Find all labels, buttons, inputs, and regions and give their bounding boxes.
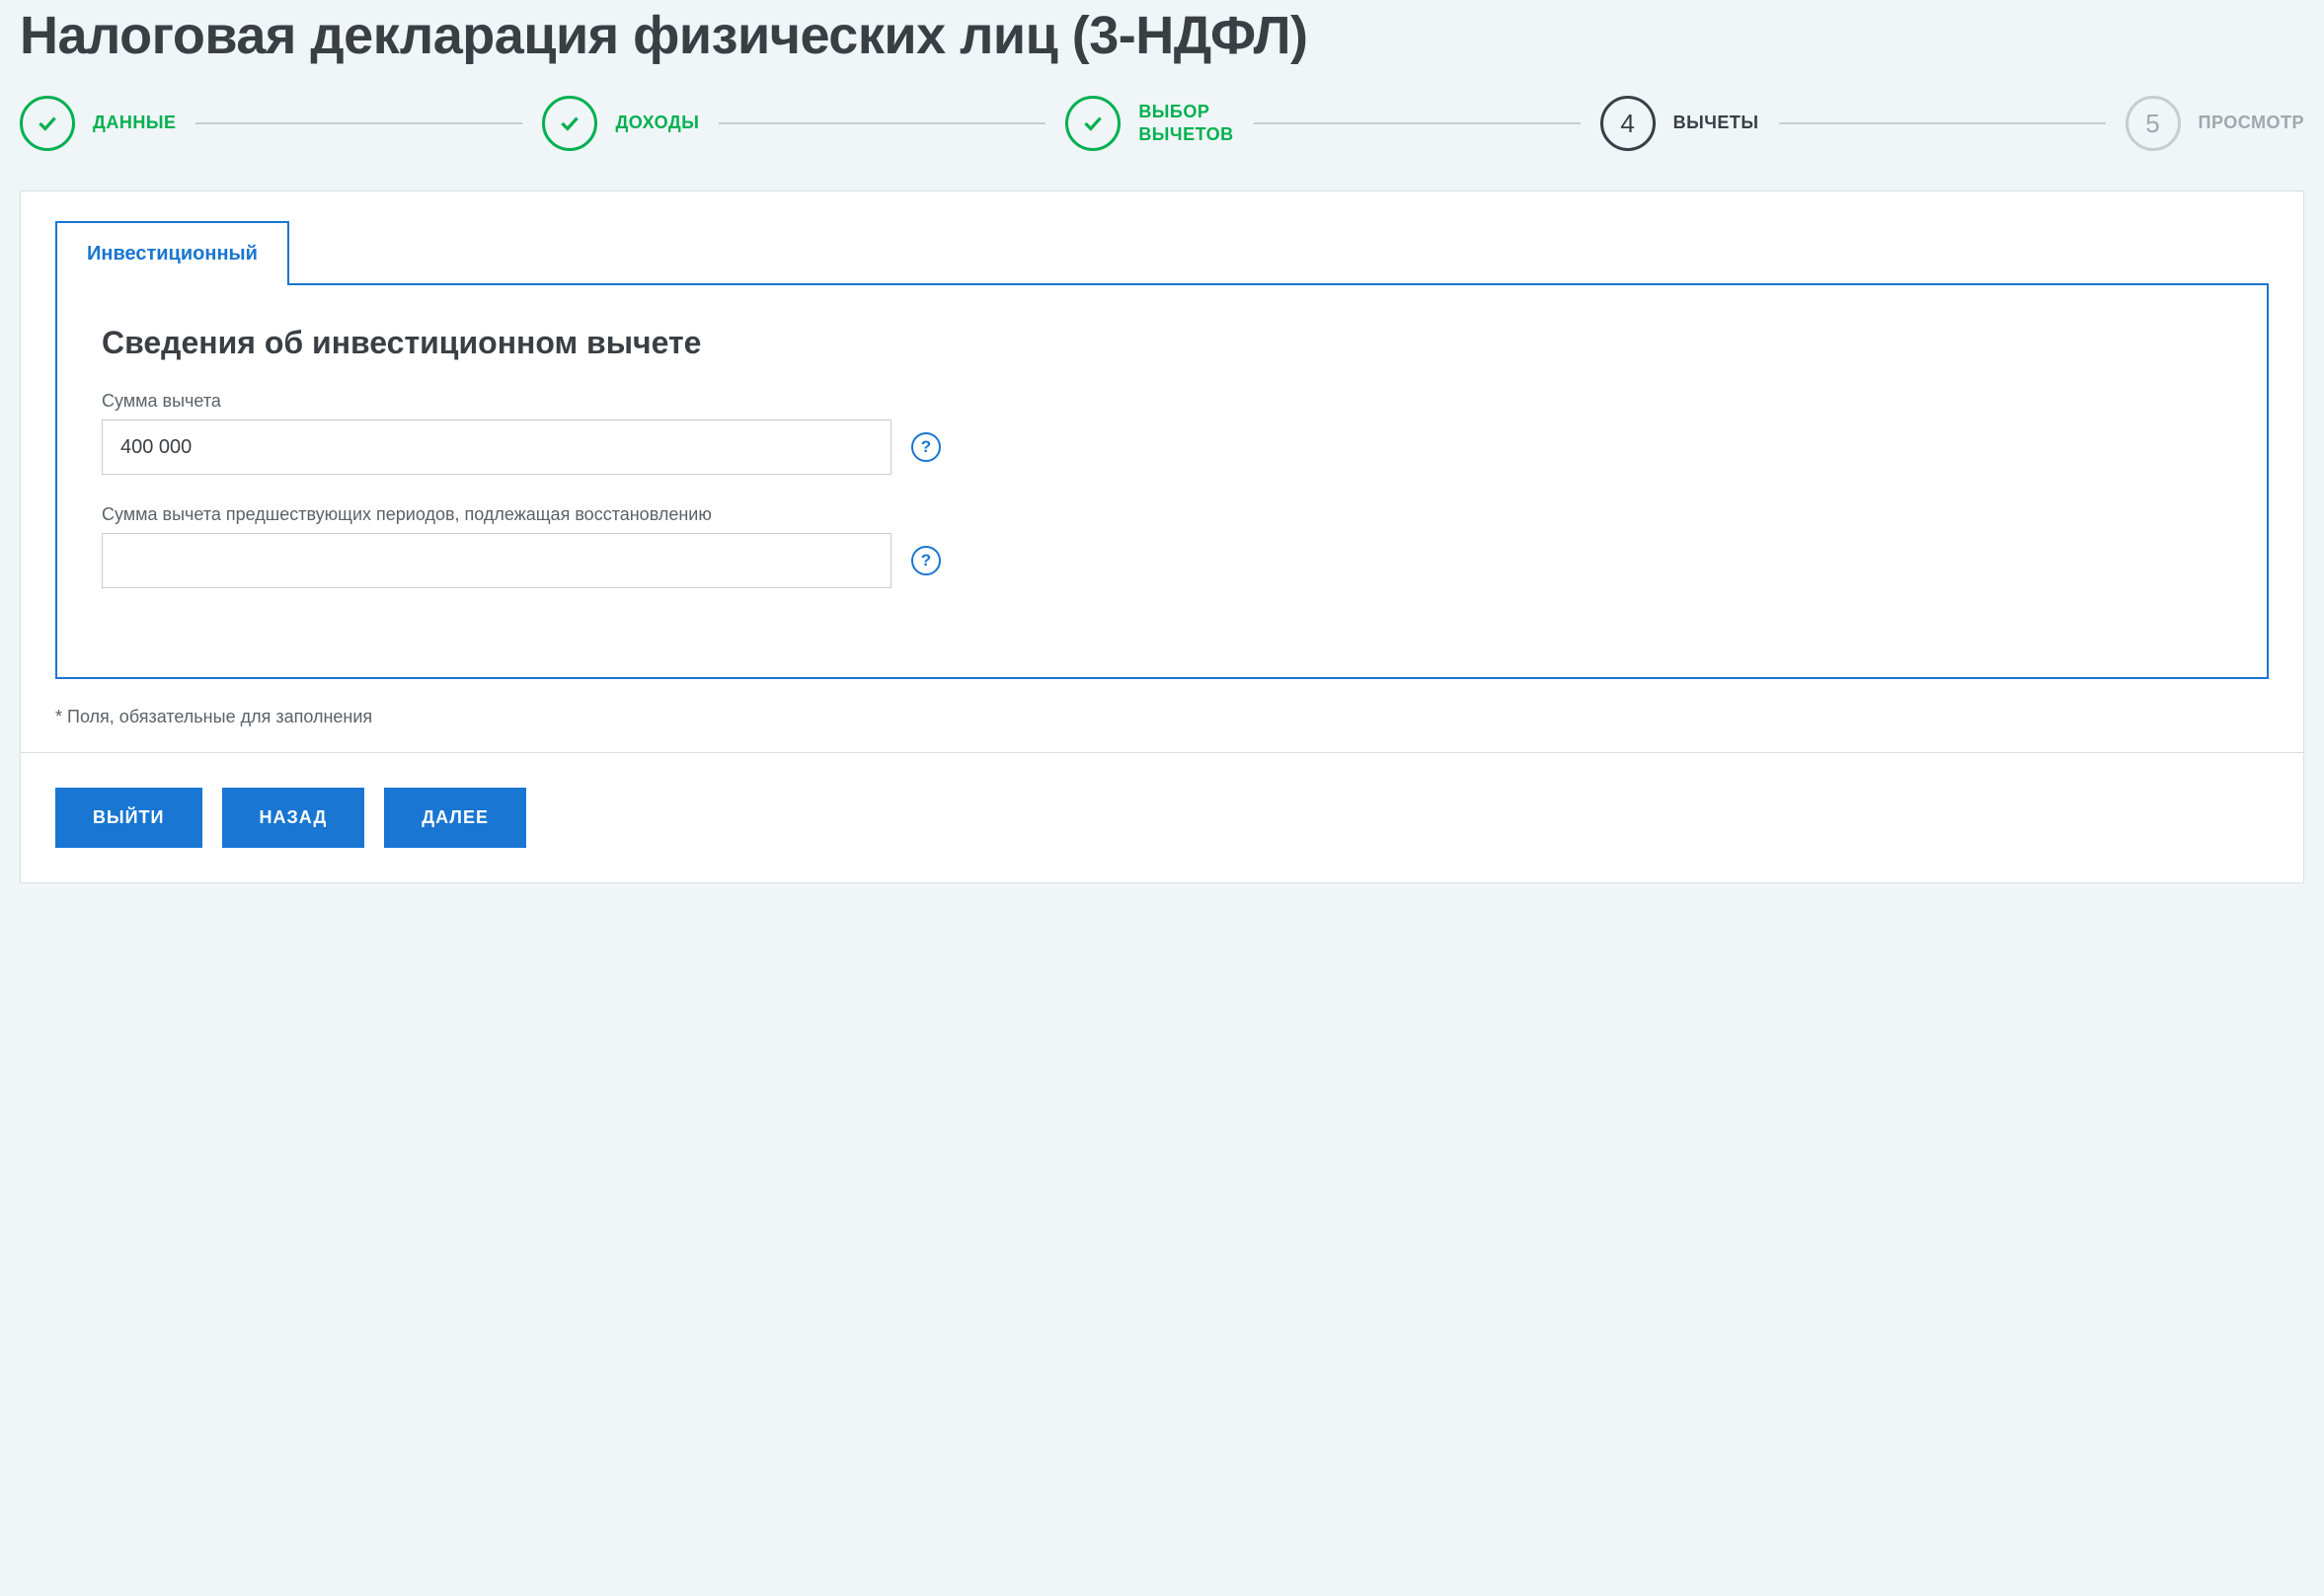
- step-income[interactable]: ДОХОДЫ: [542, 96, 699, 151]
- field-group-amount: Сумма вычета ?: [102, 391, 2222, 475]
- page-title: Налоговая декларация физических лиц (3-Н…: [20, 5, 2304, 66]
- required-footnote: * Поля, обязательные для заполнения: [55, 707, 2269, 727]
- step-preview[interactable]: 5 ПРОСМОТР: [2126, 96, 2304, 151]
- step-connector: [1254, 122, 1581, 124]
- tab-content: Сведения об инвестиционном вычете Сумма …: [55, 283, 2269, 679]
- step-connector: [195, 122, 522, 124]
- main-panel: Инвестиционный Сведения об инвестиционно…: [20, 190, 2304, 753]
- step-label: ПРОСМОТР: [2199, 112, 2304, 134]
- next-button[interactable]: ДАЛЕЕ: [384, 788, 526, 848]
- back-button[interactable]: НАЗАД: [222, 788, 365, 848]
- help-icon[interactable]: ?: [911, 432, 941, 462]
- tab-investment[interactable]: Инвестиционный: [55, 221, 289, 285]
- step-deductions[interactable]: 4 ВЫЧЕТЫ: [1600, 96, 1759, 151]
- stepper: ДАННЫЕ ДОХОДЫ ВЫБОР ВЫЧЕТОВ 4 ВЫЧЕТЫ 5 П…: [20, 96, 2304, 151]
- field-group-restore: Сумма вычета предшествующих периодов, по…: [102, 504, 2222, 588]
- step-data[interactable]: ДАННЫЕ: [20, 96, 176, 151]
- help-icon[interactable]: ?: [911, 546, 941, 575]
- step-label: ВЫЧЕТЫ: [1673, 112, 1759, 134]
- restore-label: Сумма вычета предшествующих периодов, по…: [102, 504, 2222, 525]
- amount-input[interactable]: [102, 419, 891, 475]
- step-label: ВЫБОР ВЫЧЕТОВ: [1138, 101, 1233, 147]
- step-connector: [1779, 122, 2106, 124]
- exit-button[interactable]: ВЫЙТИ: [55, 788, 202, 848]
- section-title: Сведения об инвестиционном вычете: [102, 325, 2222, 361]
- button-bar: ВЫЙТИ НАЗАД ДАЛЕЕ: [20, 753, 2304, 883]
- check-icon: [20, 96, 75, 151]
- amount-label: Сумма вычета: [102, 391, 2222, 412]
- step-connector: [719, 122, 1046, 124]
- step-number-icon: 5: [2126, 96, 2181, 151]
- step-number-icon: 4: [1600, 96, 1656, 151]
- step-deduction-choice[interactable]: ВЫБОР ВЫЧЕТОВ: [1065, 96, 1233, 151]
- check-icon: [542, 96, 597, 151]
- restore-input[interactable]: [102, 533, 891, 588]
- step-label: ДОХОДЫ: [615, 112, 699, 134]
- check-icon: [1065, 96, 1121, 151]
- step-label: ДАННЫЕ: [93, 112, 176, 134]
